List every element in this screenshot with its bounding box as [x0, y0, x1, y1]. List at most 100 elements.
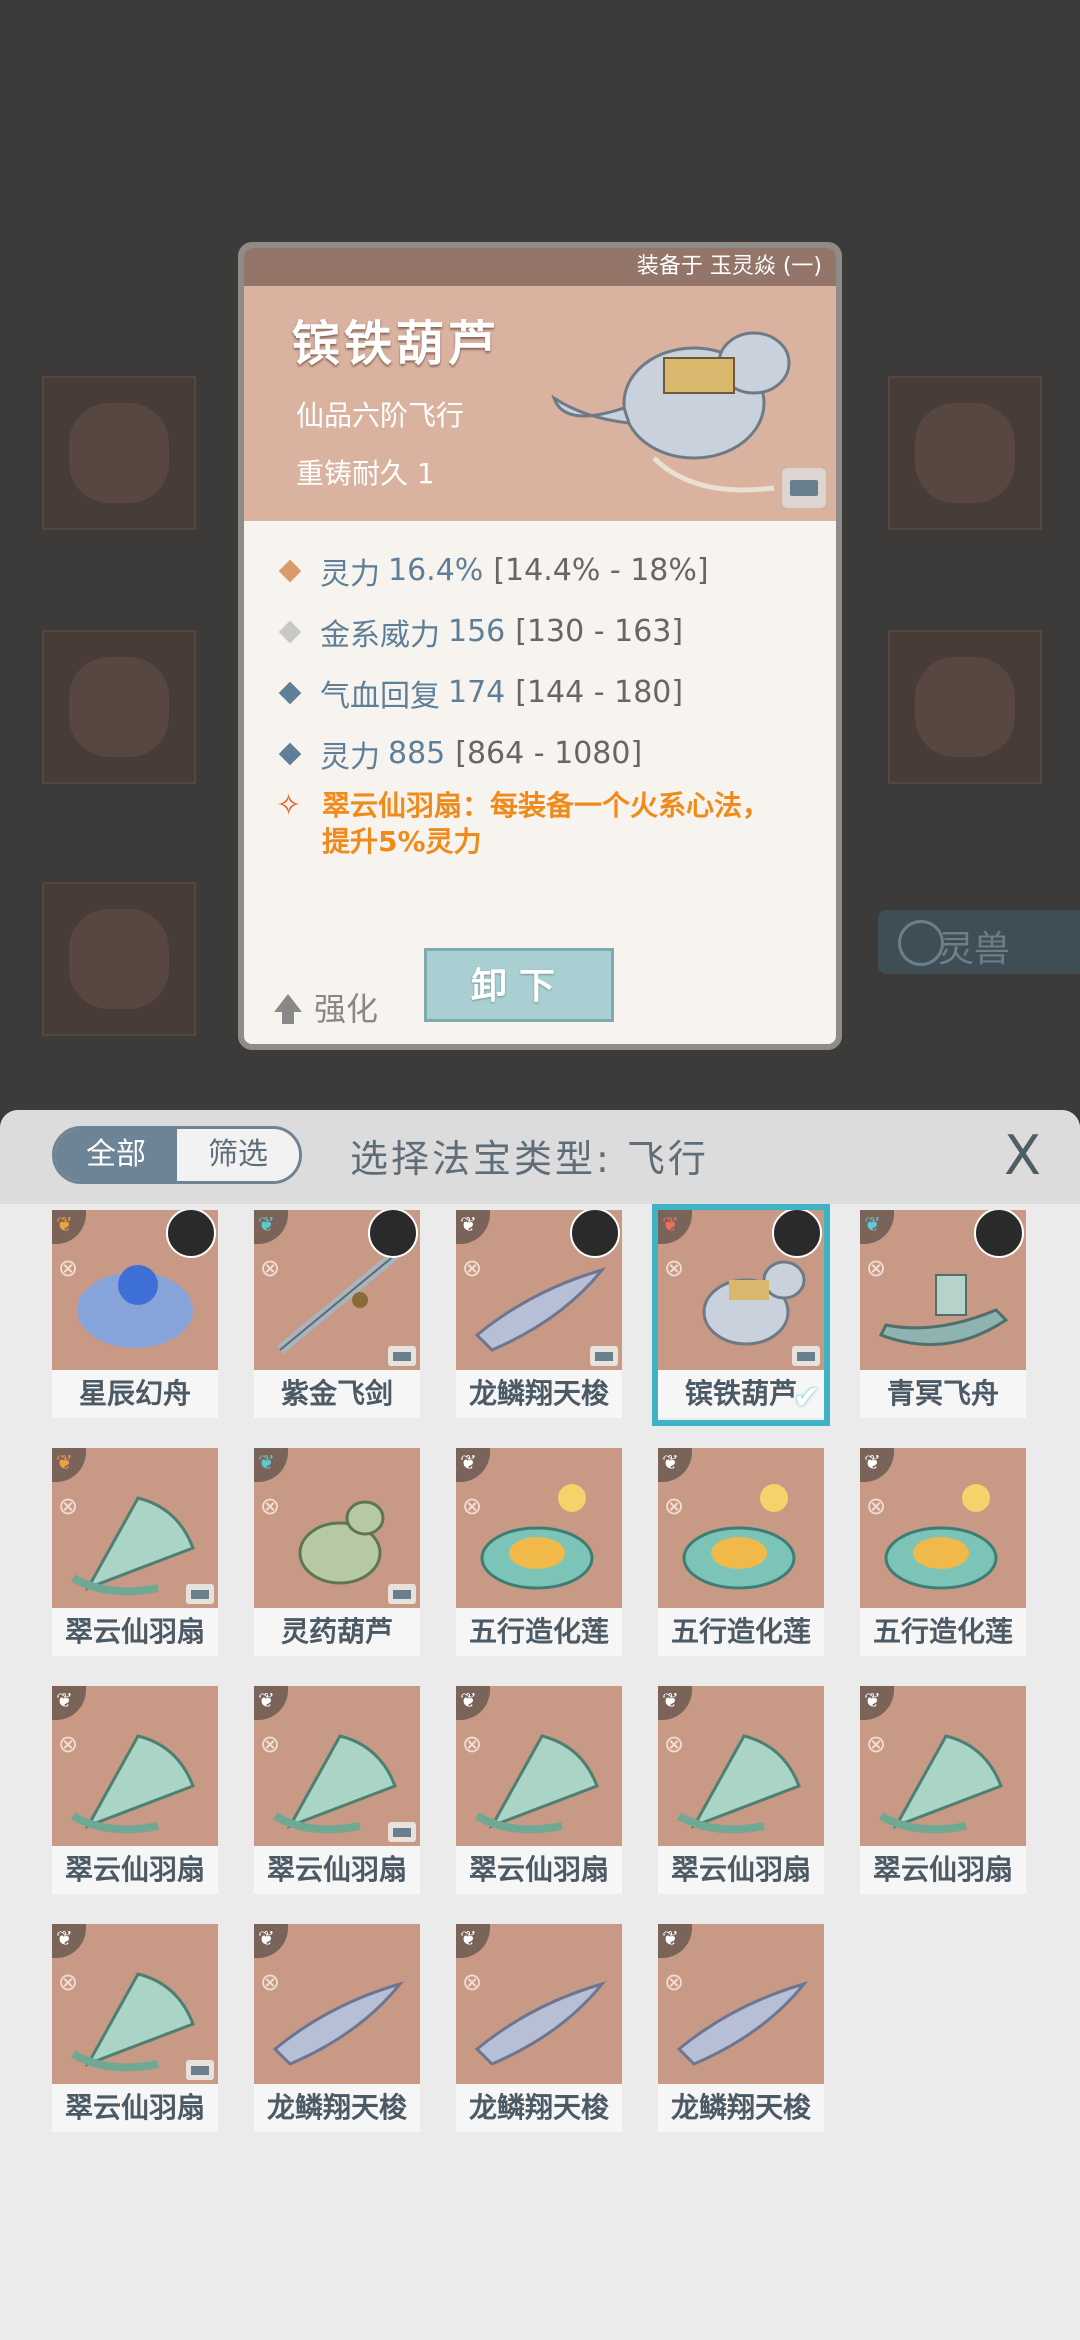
element-symbol-icon: ⊗	[58, 1968, 79, 1996]
item-card-art-area: ❦ ⊗	[860, 1686, 1026, 1846]
stat-range: [130 - 163]	[515, 614, 684, 649]
item-card[interactable]: ❦ ⊗ 翠云仙羽扇	[456, 1686, 622, 1896]
item-card[interactable]: ❦ ⊗ 翠云仙羽扇	[52, 1686, 218, 1896]
item-select-panel: 全部 筛选 选择法宝类型: 飞行 X ❦ ⊗ 星辰幻舟 ❦ ⊗ 紫金飞剑 ❦ ⊗ 龙鳞翔天梭 ❦ ⊗…	[0, 1110, 1080, 2340]
item-card-label: 翠云仙羽扇	[254, 1846, 420, 1894]
item-card-label: 翠云仙羽扇	[52, 1608, 218, 1656]
item-artwork	[878, 1274, 1009, 1347]
item-card[interactable]: ❦ ⊗ 星辰幻舟	[52, 1210, 218, 1420]
stat-range: [144 - 180]	[515, 675, 684, 710]
item-card-art-area: ❦ ⊗	[254, 1448, 420, 1608]
item-card-label: 五行造化莲	[456, 1608, 622, 1656]
wing-glyph: ❦	[662, 1688, 679, 1712]
wing-glyph: ❦	[56, 1926, 73, 1950]
equipped-on-label: 装备于 玉灵焱 (一)	[244, 248, 836, 286]
wing-glyph: ❦	[864, 1450, 881, 1474]
wing-glyph: ❦	[460, 1688, 477, 1712]
element-symbol-icon: ⊗	[462, 1730, 483, 1758]
filter-segmented-control: 全部 筛选	[52, 1126, 302, 1184]
item-card[interactable]: ❦ ⊗ 翠云仙羽扇	[52, 1448, 218, 1658]
equipped-character-avatar	[166, 1210, 216, 1258]
panel-header: 全部 筛选 选择法宝类型: 飞行 X	[0, 1110, 1080, 1204]
item-artwork	[272, 1981, 404, 2066]
chest-icon	[186, 1584, 214, 1604]
bg-equip-slot	[888, 376, 1042, 530]
item-card[interactable]: ❦ ⊗ 镔铁葫芦 ✔	[652, 1204, 830, 1426]
close-icon[interactable]: X	[1004, 1124, 1041, 1187]
stat-range: [14.4% - 18%]	[493, 553, 709, 588]
stat-value: 174	[448, 675, 506, 710]
item-card-art-area: ❦ ⊗	[456, 1448, 622, 1608]
element-symbol-icon: ⊗	[260, 1730, 281, 1758]
wing-icon: ❦	[658, 1924, 692, 1958]
item-card-art-area: ❦ ⊗	[52, 1686, 218, 1846]
item-card-art-area: ❦ ⊗	[658, 1448, 824, 1608]
item-card[interactable]: ❦ ⊗ 青冥飞舟	[860, 1210, 1026, 1420]
item-card-label: 翠云仙羽扇	[860, 1846, 1026, 1894]
bg-equip-slot	[888, 630, 1042, 784]
item-card-art-area: ❦ ⊗	[52, 1210, 218, 1370]
enhance-label: 强化	[314, 990, 379, 1028]
item-recast-durability: 重铸耐久 1	[296, 457, 435, 490]
wing-icon: ❦	[456, 1210, 490, 1244]
wing-icon: ❦	[254, 1924, 288, 1958]
wing-icon: ❦	[52, 1448, 86, 1482]
stat-diamond-icon	[278, 681, 302, 704]
item-card-label: 青冥飞舟	[860, 1370, 1026, 1418]
wing-glyph: ❦	[258, 1688, 275, 1712]
unequip-button[interactable]: 卸下	[424, 948, 614, 1022]
bg-equip-slot	[42, 376, 196, 530]
item-card-art-area: ❦ ⊗	[860, 1448, 1026, 1608]
element-symbol-icon: ⊗	[866, 1492, 887, 1520]
item-card-label: 龙鳞翔天梭	[658, 2084, 824, 2132]
stat-name: 气血回复	[320, 678, 440, 714]
item-card[interactable]: ❦ ⊗ 龙鳞翔天梭	[456, 1924, 622, 2134]
item-card-label: 紫金飞剑	[254, 1370, 420, 1418]
item-artwork	[677, 1734, 801, 1834]
item-card[interactable]: ❦ ⊗ 五行造化莲	[658, 1448, 824, 1658]
wing-glyph: ❦	[662, 1926, 679, 1950]
element-symbol-icon: ⊗	[664, 1492, 685, 1520]
item-card[interactable]: ❦ ⊗ 翠云仙羽扇	[860, 1686, 1026, 1896]
item-card[interactable]: ❦ ⊗ 龙鳞翔天梭	[658, 1924, 824, 2134]
item-card[interactable]: ❦ ⊗ 五行造化莲	[860, 1448, 1026, 1658]
enhance-button[interactable]: 强化	[274, 984, 378, 1030]
item-card-label: 灵药葫芦	[254, 1608, 420, 1656]
item-card[interactable]: ❦ ⊗ 翠云仙羽扇	[254, 1686, 420, 1896]
wing-icon: ❦	[52, 1686, 86, 1720]
check-icon: ✔	[793, 1378, 820, 1416]
item-card[interactable]: ❦ ⊗ 紫金飞剑	[254, 1210, 420, 1420]
chest-icon	[388, 1584, 416, 1604]
element-symbol-icon: ⊗	[58, 1730, 79, 1758]
wing-glyph: ❦	[662, 1450, 679, 1474]
stat-diamond-icon	[278, 742, 302, 765]
wing-glyph: ❦	[864, 1688, 881, 1712]
item-card[interactable]: ❦ ⊗ 翠云仙羽扇	[52, 1924, 218, 2134]
item-detail-header: 装备于 玉灵焱 (一) 镔铁葫芦 仙品六阶飞行 重铸耐久 1	[244, 248, 836, 521]
item-card[interactable]: ❦ ⊗ 灵药葫芦	[254, 1448, 420, 1658]
chest-icon	[388, 1822, 416, 1842]
equipped-character-avatar	[570, 1210, 620, 1258]
wing-glyph: ❦	[864, 1212, 881, 1236]
wing-icon: ❦	[52, 1924, 86, 1958]
item-card-label: 翠云仙羽扇	[658, 1846, 824, 1894]
wing-glyph: ❦	[460, 1212, 477, 1236]
chest-icon[interactable]	[782, 468, 826, 508]
item-card-label: 龙鳞翔天梭	[456, 1370, 622, 1418]
wing-glyph: ❦	[56, 1450, 73, 1474]
item-card[interactable]: ❦ ⊗ 龙鳞翔天梭	[456, 1210, 622, 1420]
wing-glyph: ❦	[258, 1212, 275, 1236]
item-card[interactable]: ❦ ⊗ 翠云仙羽扇	[658, 1686, 824, 1896]
item-artwork	[71, 1972, 195, 2072]
tab-filter[interactable]: 筛选	[177, 1129, 299, 1181]
wing-icon: ❦	[254, 1448, 288, 1482]
tab-all[interactable]: 全部	[55, 1129, 177, 1181]
wing-icon: ❦	[456, 1686, 490, 1720]
bg-equip-slot	[42, 882, 196, 1036]
item-card[interactable]: ❦ ⊗ 五行造化莲	[456, 1448, 622, 1658]
item-artwork	[884, 1484, 998, 1590]
element-symbol-icon: ⊗	[58, 1254, 79, 1282]
item-card[interactable]: ❦ ⊗ 龙鳞翔天梭	[254, 1924, 420, 2134]
item-card-label: 五行造化莲	[658, 1608, 824, 1656]
wing-icon: ❦	[456, 1448, 490, 1482]
